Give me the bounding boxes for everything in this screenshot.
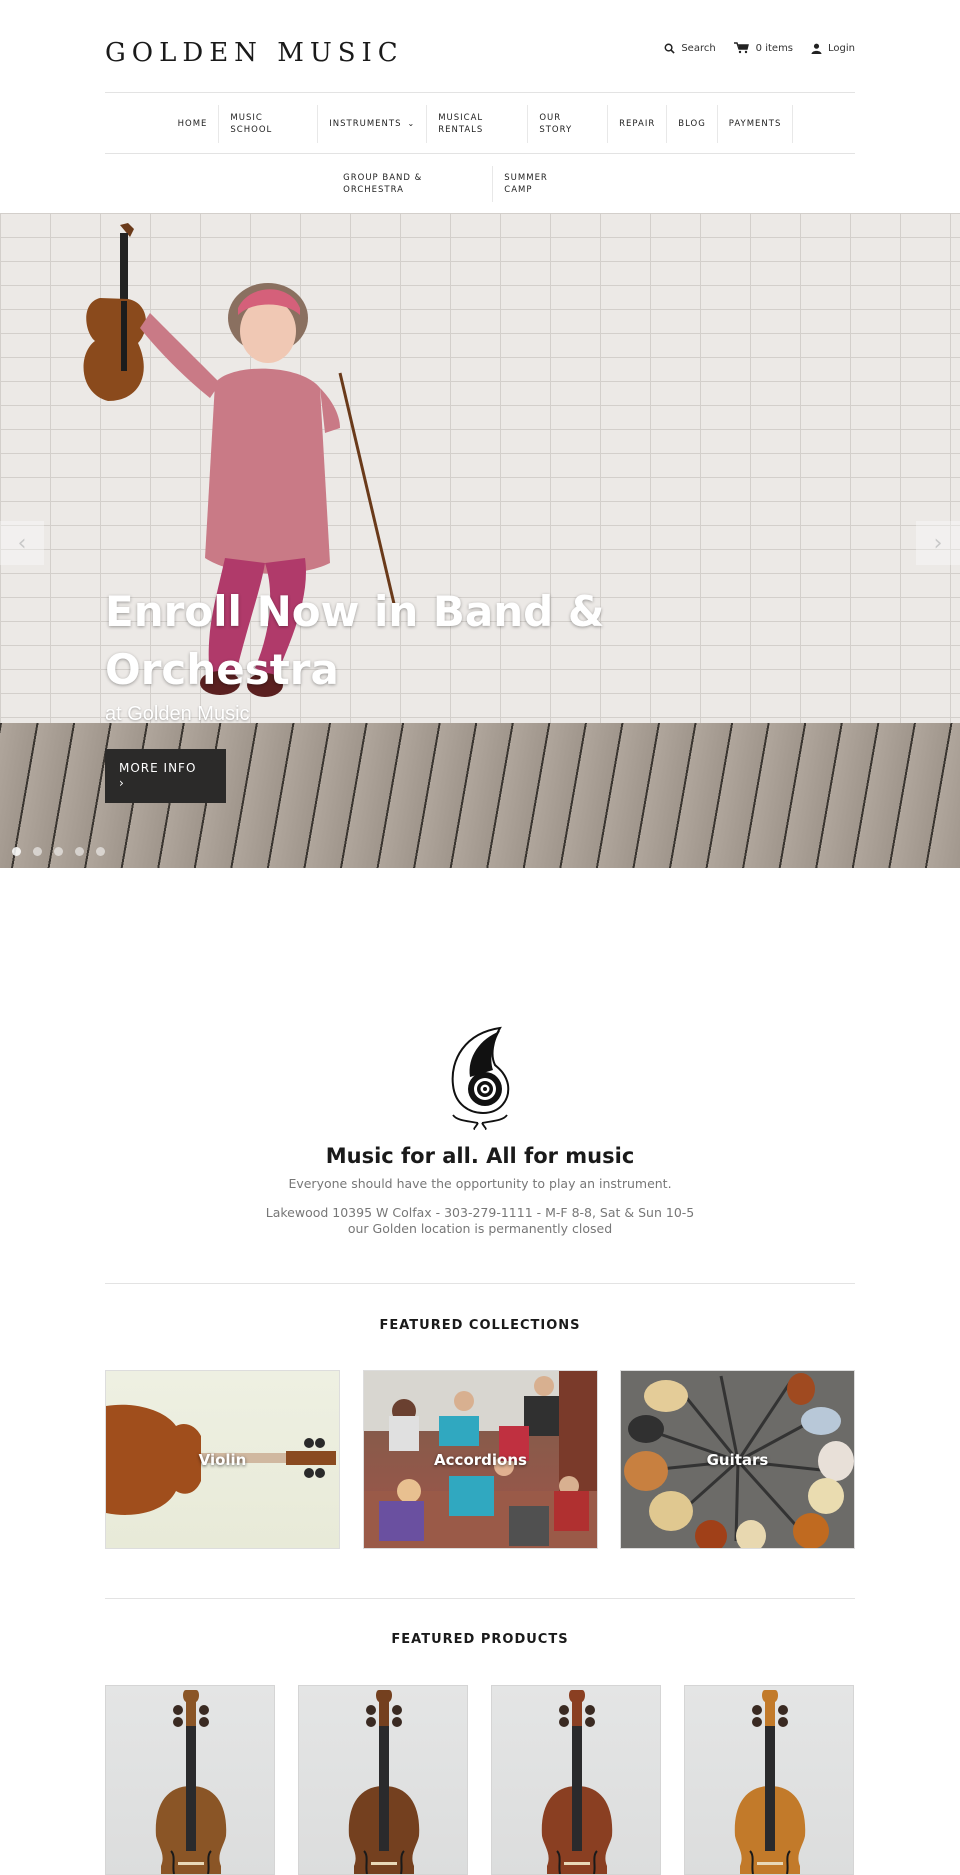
intro-section: Music for all. All for music Everyone sh… — [0, 1025, 960, 1237]
cart-icon — [733, 42, 749, 54]
slide-dot-3[interactable] — [54, 847, 63, 856]
section-divider — [105, 1283, 855, 1284]
featured-collections-heading: FEATURED COLLECTIONS — [379, 1318, 581, 1333]
nav-label: BLOG — [678, 119, 706, 129]
slide-dot-4[interactable] — [75, 847, 84, 856]
nav-repair[interactable]: REPAIR — [608, 105, 668, 143]
section-divider — [105, 1598, 855, 1599]
search-link[interactable]: Search — [664, 42, 716, 54]
hero-next-button[interactable]: › — [916, 521, 960, 565]
nav-group-band-orchestra[interactable]: GROUP BAND & ORCHESTRA — [332, 166, 494, 202]
product-card[interactable] — [491, 1685, 661, 1875]
header-divider — [105, 92, 855, 93]
hero-slideshow: ‹ › Enroll Now in Band & Orchestra at Go… — [0, 213, 960, 868]
hero-prev-button[interactable]: ‹ — [0, 521, 44, 565]
nav-label: OUR STORY — [539, 113, 573, 135]
user-icon — [811, 43, 822, 54]
nav-divider — [105, 153, 855, 154]
product-violin-image — [734, 1690, 806, 1874]
more-info-label: MORE INFO — [119, 761, 197, 775]
chevron-down-icon: ⌄ — [407, 119, 416, 128]
site-header: GOLDEN MUSIC Search 0 items Login — [105, 0, 855, 93]
store-info: Lakewood 10395 W Colfax - 303-279-1111 -… — [0, 1205, 960, 1237]
nav-label: GROUP BAND & ORCHESTRA — [343, 173, 423, 195]
product-card[interactable] — [298, 1685, 468, 1875]
nav-instruments[interactable]: INSTRUMENTS ⌄ — [318, 105, 428, 143]
product-card[interactable] — [105, 1685, 275, 1875]
nav-label: REPAIR — [619, 119, 656, 129]
nav-blog[interactable]: BLOG — [667, 105, 718, 143]
main-nav: HOME MUSIC SCHOOL INSTRUMENTS ⌄ MUSICAL R… — [105, 105, 855, 143]
slide-dot-2[interactable] — [33, 847, 42, 856]
closure-note: our Golden location is permanently close… — [347, 1221, 613, 1236]
hero-subtitle: at Golden Music — [105, 703, 250, 725]
slide-dot-5[interactable] — [96, 847, 105, 856]
cart-link[interactable]: 0 items — [733, 42, 794, 54]
store-address: Lakewood 10395 W Colfax - 303-279-1111 -… — [265, 1205, 695, 1220]
product-violin-image — [348, 1690, 420, 1874]
nav-label: HOME — [177, 119, 208, 129]
more-info-button[interactable]: MORE INFO › — [105, 749, 226, 803]
nav-summer-camp[interactable]: SUMMER CAMP — [493, 166, 628, 202]
secondary-nav: GROUP BAND & ORCHESTRA SUMMER CAMP — [105, 166, 855, 202]
nav-home[interactable]: HOME — [167, 105, 220, 143]
brand-mark-icon — [451, 1026, 510, 1130]
nav-label: INSTRUMENTS — [329, 119, 402, 129]
collection-accordions[interactable]: Accordions — [363, 1370, 598, 1549]
login-label: Login — [828, 42, 855, 54]
nav-label: SUMMER CAMP — [504, 173, 548, 195]
collection-label: Accordions — [434, 1451, 527, 1469]
nav-our-story[interactable]: OUR STORY — [528, 105, 609, 143]
chevron-left-icon: ‹ — [17, 530, 27, 556]
slide-indicators — [12, 847, 105, 856]
nav-label: PAYMENTS — [728, 119, 782, 129]
search-label: Search — [681, 42, 716, 54]
login-link[interactable]: Login — [811, 43, 855, 54]
nav-musical-rentals[interactable]: MUSICAL RENTALS — [427, 105, 529, 143]
cart-label: 0 items — [755, 42, 794, 54]
site-logo[interactable]: GOLDEN MUSIC — [105, 38, 404, 68]
nav-music-school[interactable]: MUSIC SCHOOL — [219, 105, 319, 143]
chevron-right-icon: › — [119, 776, 125, 790]
chevron-right-icon: › — [933, 530, 943, 556]
nav-payments[interactable]: PAYMENTS — [718, 105, 794, 143]
featured-products-heading: FEATURED PRODUCTS — [391, 1632, 569, 1647]
collection-guitars[interactable]: Guitars — [620, 1370, 855, 1549]
utility-nav: Search 0 items Login — [664, 42, 855, 54]
collection-label: Guitars — [706, 1451, 769, 1469]
product-violin-image — [155, 1690, 227, 1874]
intro-heading: Music for all. All for music — [325, 1144, 635, 1168]
search-icon — [664, 43, 675, 54]
nav-label: MUSICAL RENTALS — [438, 113, 484, 135]
intro-tagline: Everyone should have the opportunity to … — [288, 1176, 672, 1191]
nav-label: MUSIC SCHOOL — [230, 113, 273, 135]
product-card[interactable] — [684, 1685, 854, 1875]
slide-dot-1[interactable] — [12, 847, 21, 856]
collection-label: Violin — [198, 1451, 247, 1469]
collection-violin[interactable]: Violin — [105, 1370, 340, 1549]
product-violin-image — [541, 1690, 613, 1874]
violin-graphic — [83, 223, 147, 401]
hero-title: Enroll Now in Band & Orchestra — [105, 587, 605, 694]
